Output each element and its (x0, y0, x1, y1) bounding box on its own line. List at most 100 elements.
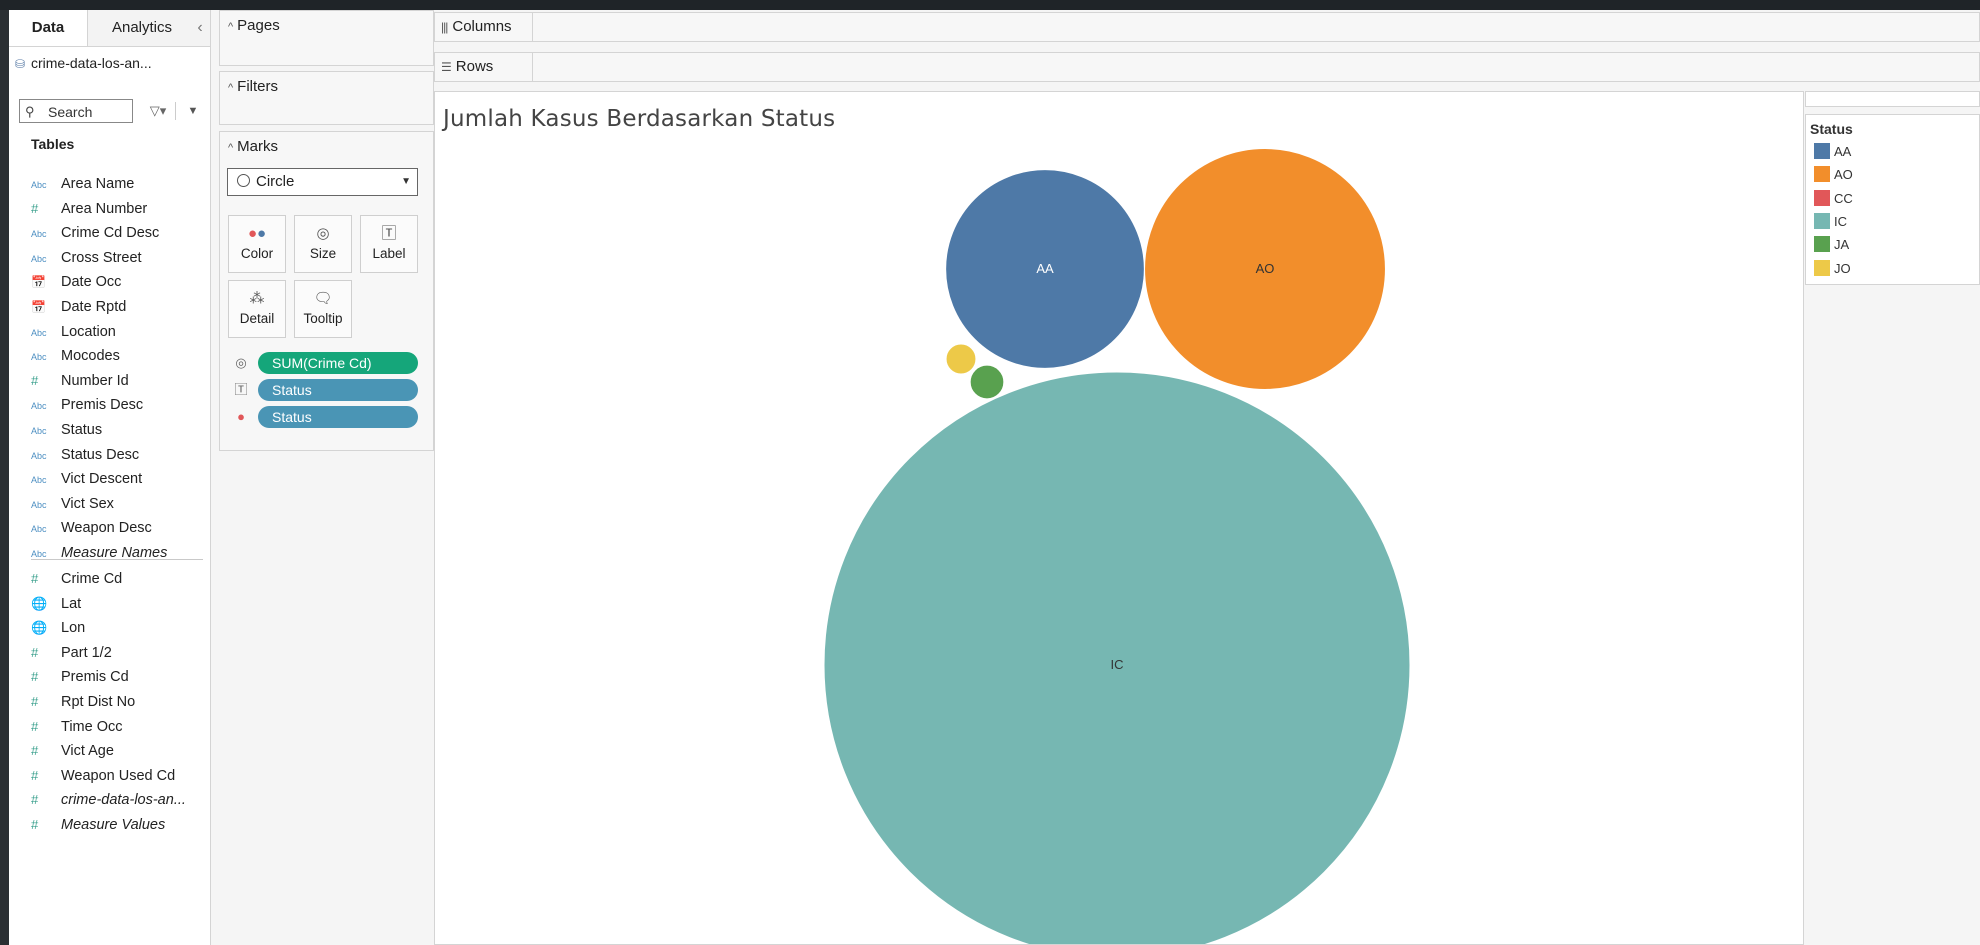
rows-shelf[interactable]: ☰ Rows (434, 52, 1980, 82)
field-measure-values[interactable]: # Measure Values (31, 813, 206, 837)
legend-item-cc[interactable]: CC (1814, 189, 1853, 209)
detail-button[interactable]: ⁂ Detail (228, 280, 286, 338)
string-type-icon: Abc (31, 401, 47, 412)
size-button-label: Size (309, 246, 337, 261)
field-name: Status (61, 422, 103, 438)
bubble-ja[interactable] (969, 364, 1005, 400)
field-weapon-desc[interactable]: Abc Weapon Desc (31, 516, 206, 540)
field-crime-data-los-an[interactable]: # crime-data-los-an... (31, 788, 206, 812)
field-crime-cd-desc[interactable]: Abc Crime Cd Desc (31, 221, 206, 245)
field-name: crime-data-los-an... (61, 792, 186, 809)
string-type-icon: Abc (31, 475, 47, 486)
columns-label: Columns (452, 18, 512, 35)
filters-label: Filters (237, 78, 279, 95)
legend-header-strip (1805, 91, 1980, 107)
bubble-jo[interactable] (945, 343, 977, 375)
number-type-icon: # (31, 669, 39, 685)
number-type-icon: # (31, 694, 39, 709)
label-button-label: Label (372, 246, 406, 261)
circle-mark-icon (237, 174, 250, 187)
pane-menu-dropdown-icon[interactable]: ▼ (184, 99, 202, 123)
tooltip-button[interactable]: 🗨 Tooltip (294, 280, 352, 338)
legend-item-jo[interactable]: JO (1814, 259, 1851, 279)
rows-icon: ☰ (441, 60, 452, 74)
field-vict-descent[interactable]: Abc Vict Descent (31, 467, 206, 491)
legend-swatch (1814, 236, 1830, 253)
string-type-icon: Abc (31, 180, 47, 190)
field-date-occ[interactable]: 📅 Date Occ (31, 270, 206, 294)
pill-status-label[interactable]: Status (258, 379, 418, 401)
field-premis-cd[interactable]: # Premis Cd (31, 665, 206, 689)
legend-label: CC (1834, 190, 1853, 206)
collapse-caret-icon: ^ (228, 142, 234, 154)
collapse-caret-icon: ^ (228, 21, 234, 33)
field-vict-age[interactable]: # Vict Age (31, 739, 206, 763)
collapse-pane-icon[interactable]: ‹ (192, 10, 208, 46)
pages-header[interactable]: ^ Pages (228, 17, 280, 34)
detail-button-label: Detail (239, 311, 275, 326)
field-time-occ[interactable]: # Time Occ (31, 715, 206, 739)
legend-swatch (1814, 189, 1830, 206)
detail-icon: ⁂ (249, 290, 265, 307)
number-type-icon: # (31, 571, 39, 586)
filter-fields-icon[interactable]: ▽▾ (143, 99, 173, 123)
search-input[interactable]: ⚲ Search (19, 99, 133, 123)
color-icon: ●● (247, 225, 267, 242)
string-type-icon: Abc (31, 229, 47, 240)
field-lon[interactable]: 🌐 Lon (31, 616, 206, 640)
field-area-name[interactable]: Abc Area Name (31, 172, 206, 196)
field-name: Number Id (61, 372, 129, 389)
field-name: Area Number (61, 200, 148, 217)
field-crime-cd[interactable]: # Crime Cd (31, 567, 206, 591)
field-status-desc[interactable]: Abc Status Desc (31, 443, 206, 467)
worksheet-view[interactable]: Jumlah Kasus Berdasarkan Status IC AO AA (434, 91, 1804, 945)
field-status[interactable]: Abc Status (31, 418, 206, 442)
legend-label: JO (1834, 260, 1851, 276)
pill-status-color[interactable]: Status (258, 406, 418, 428)
field-rpt-dist-no[interactable]: # Rpt Dist No (31, 690, 206, 714)
field-area-number[interactable]: # Area Number (31, 197, 206, 221)
number-type-icon: # (31, 200, 39, 216)
field-vict-sex[interactable]: Abc Vict Sex (31, 492, 206, 516)
field-number-id[interactable]: # Number Id (31, 369, 206, 393)
filters-header[interactable]: ^ Filters (228, 78, 278, 95)
tables-header: Tables (31, 136, 75, 152)
field-part-1-2[interactable]: # Part 1/2 (31, 641, 206, 665)
field-date-rptd[interactable]: 📅 Date Rptd (31, 295, 206, 319)
tableau-workspace: Data Analytics ‹ ⛁ crime-data-los-an... ⚲… (9, 10, 1980, 945)
field-location[interactable]: Abc Location (31, 320, 206, 344)
legend-swatch (1814, 166, 1830, 183)
field-mocodes[interactable]: Abc Mocodes (31, 344, 206, 368)
field-premis-desc[interactable]: Abc Premis Desc (31, 393, 206, 417)
legend-item-ja[interactable]: JA (1814, 235, 1849, 255)
field-lat[interactable]: 🌐 Lat (31, 592, 206, 616)
label-button[interactable]: 🅃 Label (360, 215, 418, 273)
legend-item-aa[interactable]: AA (1814, 142, 1851, 162)
field-name: Rpt Dist No (61, 694, 136, 710)
rows-shelf-label: ☰ Rows (435, 53, 533, 81)
number-type-icon: # (31, 743, 39, 759)
pill-sum-crime-cd[interactable]: SUM(Crime Cd) (258, 352, 418, 374)
search-icon: ⚲ (25, 104, 35, 119)
field-name: Premis Cd (61, 669, 129, 686)
field-weapon-used-cd[interactable]: # Weapon Used Cd (31, 764, 206, 788)
columns-shelf[interactable]: ||| Columns (434, 12, 1980, 42)
field-name: Location (61, 323, 116, 340)
size-button[interactable]: ◎ Size (294, 215, 352, 273)
field-name: Status Desc (61, 446, 140, 463)
mark-type-dropdown[interactable]: Circle ▼ (227, 168, 418, 196)
label-encoding-icon: 🅃 (234, 382, 248, 397)
legend-label: AO (1834, 167, 1853, 183)
legend-item-ic[interactable]: IC (1814, 212, 1847, 232)
tab-analytics[interactable]: Analytics (97, 10, 187, 46)
tab-data[interactable]: Data (9, 10, 88, 46)
color-button[interactable]: ●● Color (228, 215, 286, 273)
marks-label: Marks (237, 138, 279, 155)
field-measure-names[interactable]: Abc Measure Names (31, 541, 206, 565)
legend-item-ao[interactable]: AO (1814, 165, 1853, 185)
window-top-bar (0, 0, 1980, 10)
field-cross-street[interactable]: Abc Cross Street (31, 246, 206, 270)
datasource-item[interactable]: ⛁ crime-data-los-an... (15, 52, 152, 74)
marks-header[interactable]: ^ Marks (228, 138, 278, 155)
collapse-caret-icon: ^ (228, 82, 234, 94)
